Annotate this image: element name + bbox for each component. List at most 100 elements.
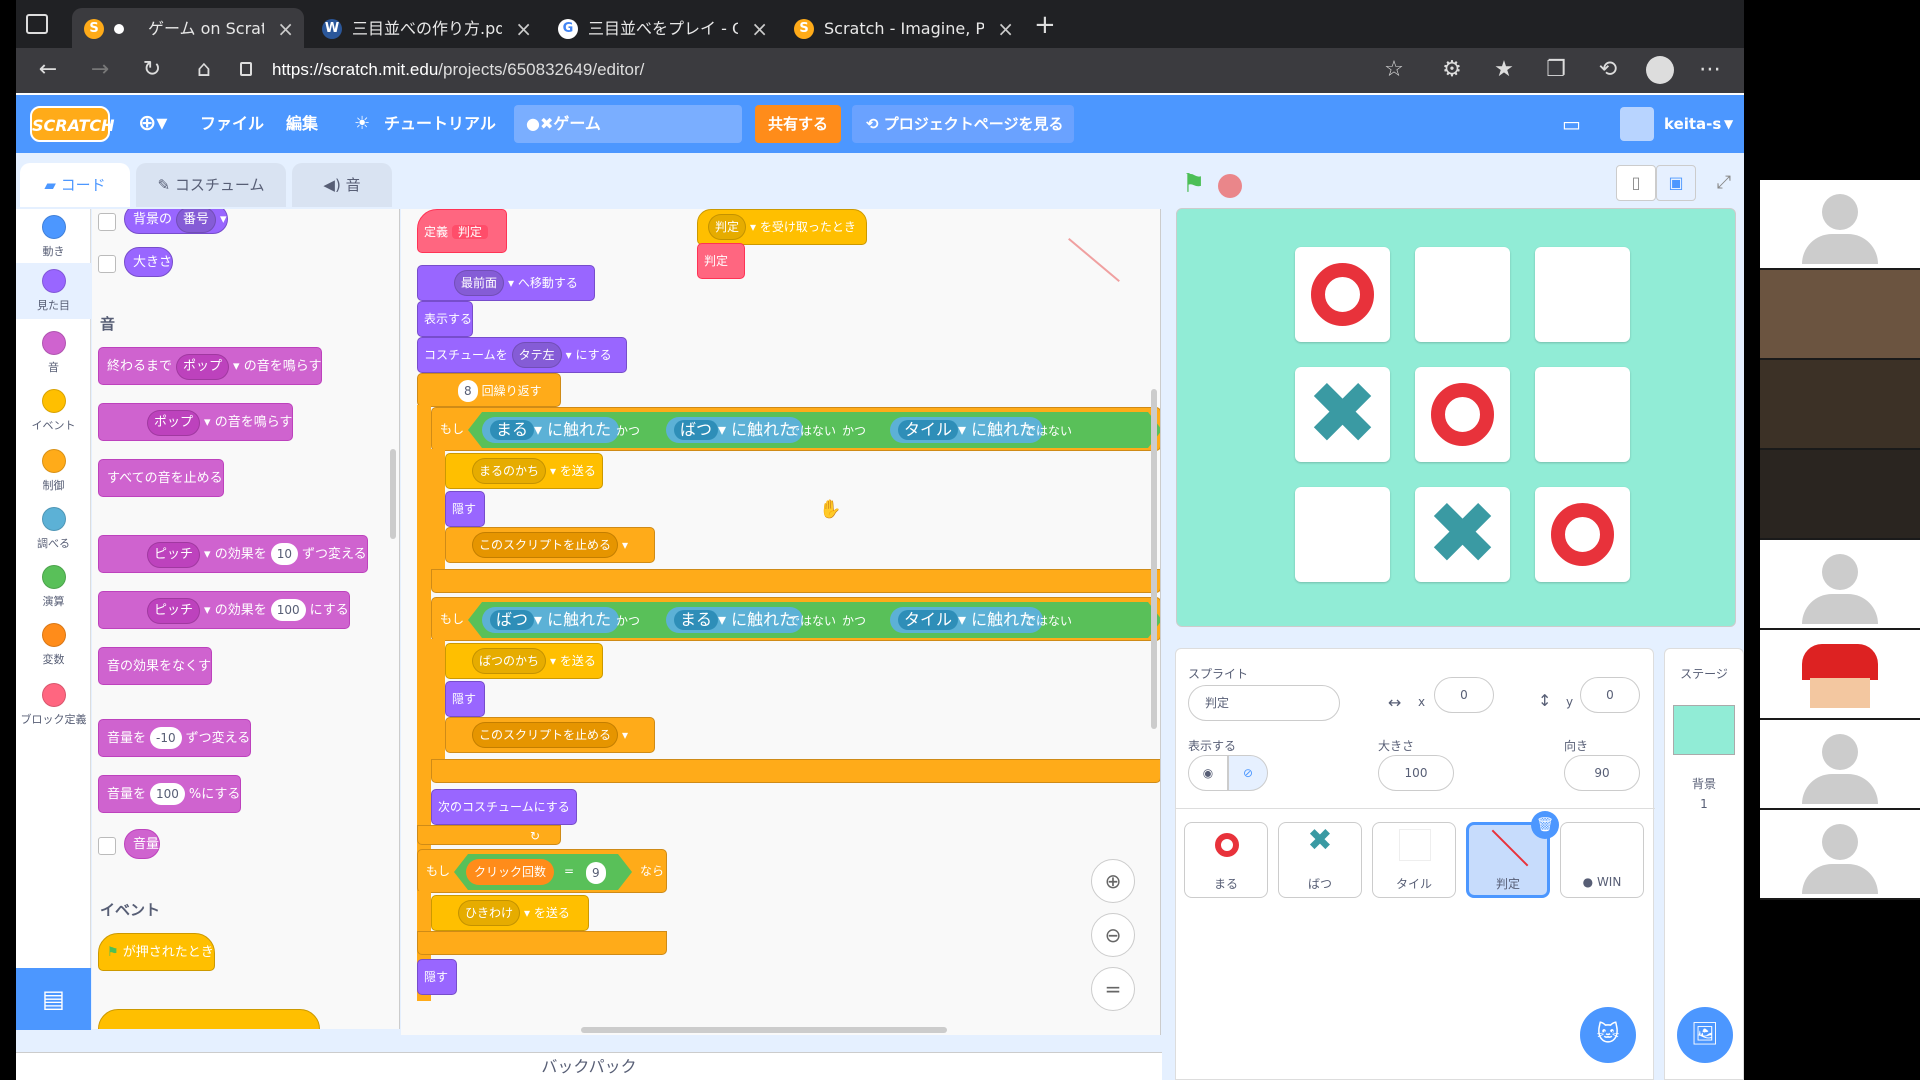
y-input[interactable]: 0 (1580, 677, 1640, 713)
block-hide-1[interactable]: 隠す (445, 491, 485, 527)
block-if-maru-win[interactable]: もし まる ▾ に触れた かつ ばつ ▾ に触れた ではない かつ タイル ▾ に触れ… (431, 407, 1161, 451)
block-go-to-layer[interactable]: 最前面 ▾ へ移動する (417, 265, 595, 301)
volume-checbox[interactable] (98, 837, 116, 855)
file-menu[interactable]: ファイル (200, 95, 264, 153)
block-clear-effects[interactable]: 音の効果をなくす (98, 647, 213, 685)
new-tab-icon[interactable]: + (1034, 10, 1056, 40)
reload-icon[interactable]: ↻ (134, 52, 170, 88)
block-broadcast-batsu-win[interactable]: ばつのかち ▾ を送る (445, 643, 603, 679)
choose-sprite-button[interactable]: 🐱 (1580, 1007, 1636, 1063)
user-menu[interactable]: keita-s (1664, 95, 1721, 153)
board-cell[interactable] (1415, 247, 1510, 342)
category-sensing[interactable]: 調べる (16, 507, 91, 551)
block-size[interactable]: 大きさ (124, 247, 174, 277)
fullscreen-icon[interactable]: ⤢ (1704, 165, 1744, 201)
my-stuff-icon[interactable]: ▭ (1562, 95, 1581, 153)
sprite-thumb-win[interactable]: ● WIN (1560, 822, 1644, 898)
block-play-until-done[interactable]: 終わるまで ポップ ▾ の音を鳴らす (98, 347, 323, 385)
large-stage-icon[interactable]: ▣ (1656, 165, 1696, 201)
and-operator-2[interactable]: ばつ ▾ に触れた かつ まる ▾ に触れた ではない かつ タイル ▾ に触れた で… (468, 602, 1161, 638)
share-button[interactable]: 共有する (755, 105, 841, 143)
profile-avatar[interactable] (1646, 56, 1674, 84)
close-tab-icon[interactable]: × (997, 8, 1014, 50)
zoom-in-icon[interactable]: ⊕ (1091, 859, 1135, 903)
block-define-judge[interactable]: 定義 判定 (417, 209, 507, 253)
tab-sound[interactable]: ◀) 音 (292, 163, 392, 207)
extensions-icon[interactable]: ⚙ (1434, 52, 1470, 88)
add-extension-button[interactable]: ▤ (16, 968, 91, 1030)
category-events[interactable]: イベント (16, 389, 91, 433)
category-looks[interactable]: 見た目 (16, 263, 91, 319)
block-set-effect[interactable]: ピッチ ▾ の効果を 100 にする (98, 591, 350, 629)
url-field[interactable]: https://scratch.mit.edu/projects/6508326… (272, 60, 644, 80)
equals-operator[interactable]: クリック回数 = 9 (454, 854, 632, 890)
category-sound[interactable]: 音 (16, 331, 91, 375)
block-backdrop-number[interactable]: 背景の 番号 ▾ (124, 209, 228, 234)
tab-scratch-home[interactable]: S Scratch - Imagine, Program, Sh × (782, 8, 1024, 50)
sprite-thumb-judge[interactable]: 判定 🗑 (1466, 811, 1559, 898)
block-if-draw[interactable]: もし クリック回数 = 9 なら (417, 849, 667, 893)
palette-scrollbar[interactable] (390, 449, 396, 539)
tab-pdf[interactable]: W 三目並べの作り方.pdf × (310, 8, 542, 50)
category-control[interactable]: 制御 (16, 449, 91, 493)
script-h-scrollbar[interactable] (581, 1027, 947, 1033)
block-show[interactable]: 表示する (417, 301, 473, 337)
block-change-effect[interactable]: ピッチ ▾ の効果を 10 ずつ変える (98, 535, 368, 573)
board-cell[interactable]: ✖ (1295, 367, 1390, 462)
stop-icon[interactable] (1218, 174, 1242, 198)
sprite-name-input[interactable]: 判定 (1188, 685, 1340, 721)
block-hide-2[interactable]: 隠す (445, 681, 485, 717)
delete-sprite-icon[interactable]: 🗑 (1531, 811, 1559, 839)
close-tab-icon[interactable]: × (751, 8, 768, 50)
board-cell[interactable] (1295, 487, 1390, 582)
tab-google-search[interactable]: G 三目並べをプレイ - Google 検索 × (546, 8, 778, 50)
tab-costume[interactable]: ✎ コスチューム (136, 163, 286, 207)
user-avatar[interactable] (1620, 107, 1654, 141)
block-switch-costume[interactable]: コスチュームを タテ左 ▾ にする (417, 337, 627, 373)
collections-icon[interactable]: ❐ (1538, 52, 1574, 88)
board-cell[interactable] (1535, 487, 1630, 582)
size-input[interactable]: 100 (1378, 755, 1454, 791)
block-volume[interactable]: 音量 (124, 829, 161, 859)
favorite-add-icon[interactable]: ☆ (1376, 52, 1412, 88)
board-cell[interactable] (1535, 247, 1630, 342)
block-when-receive[interactable]: 判定 ▾ を受け取ったとき (697, 209, 867, 245)
backpack-bar[interactable]: バックパック (16, 1052, 1162, 1080)
block-start-sound[interactable]: ポップ ▾ の音を鳴らす (98, 403, 294, 441)
block-broadcast-maru-win[interactable]: まるのかち ▾ を送る (445, 453, 603, 489)
back-icon[interactable]: ← (30, 52, 66, 88)
category-motion[interactable]: 動き (16, 215, 91, 259)
backdrop-number-checkbox[interactable] (98, 213, 116, 231)
scratch-logo[interactable]: SCRATCH (30, 106, 114, 142)
tab-code[interactable]: ▰ コード (20, 163, 130, 207)
project-page-button[interactable]: ⟲ プロジェクトページを見る (852, 105, 1074, 143)
more-menu-icon[interactable]: ⋯ (1692, 52, 1728, 88)
stage-canvas[interactable]: ✖ ✖ (1176, 208, 1736, 627)
category-my-blocks[interactable]: ブロック定義 (16, 683, 91, 727)
block-next-costume[interactable]: 次のコスチュームにする (431, 789, 577, 825)
direction-input[interactable]: 90 (1564, 755, 1640, 791)
x-input[interactable]: 0 (1434, 677, 1494, 713)
tab-scratch-game[interactable]: S ゲーム on Scratch × (72, 8, 304, 50)
edit-menu[interactable]: 編集 (286, 95, 318, 153)
sprite-thumb-maru[interactable]: まる (1184, 822, 1268, 898)
board-cell[interactable] (1415, 367, 1510, 462)
block-repeat[interactable]: 8 回繰り返す (417, 373, 561, 407)
block-change-volume[interactable]: 音量を -10 ずつ変える (98, 719, 252, 757)
block-if-batsu-win[interactable]: もし ばつ ▾ に触れた かつ まる ▾ に触れた ではない かつ タイル ▾ に触れ… (431, 597, 1161, 641)
and-operator-1[interactable]: まる ▾ に触れた かつ ばつ ▾ に触れた ではない かつ タイル ▾ に触れた で… (468, 412, 1161, 448)
close-tab-icon[interactable]: × (277, 8, 294, 50)
language-icon[interactable]: ⊕▾ (138, 95, 167, 153)
block-set-volume[interactable]: 音量を 100 %にする (98, 775, 242, 813)
choose-backdrop-button[interactable]: 🖼 (1677, 1007, 1733, 1063)
stage-backdrop-thumb[interactable] (1673, 705, 1735, 755)
sprite-thumb-tile[interactable]: タイル (1372, 822, 1456, 898)
sprite-thumb-batsu[interactable]: ✖ ばつ (1278, 822, 1362, 898)
favorites-icon[interactable]: ★ (1486, 52, 1522, 88)
tutorial-menu[interactable]: チュートリアル (384, 95, 496, 153)
board-cell[interactable] (1295, 247, 1390, 342)
block-stop-script-1[interactable]: このスクリプトを止める ▾ (445, 527, 655, 563)
block-hide-final[interactable]: 隠す (417, 959, 457, 995)
close-tab-icon[interactable]: × (515, 8, 532, 50)
block-stop-script-2[interactable]: このスクリプトを止める ▾ (445, 717, 655, 753)
